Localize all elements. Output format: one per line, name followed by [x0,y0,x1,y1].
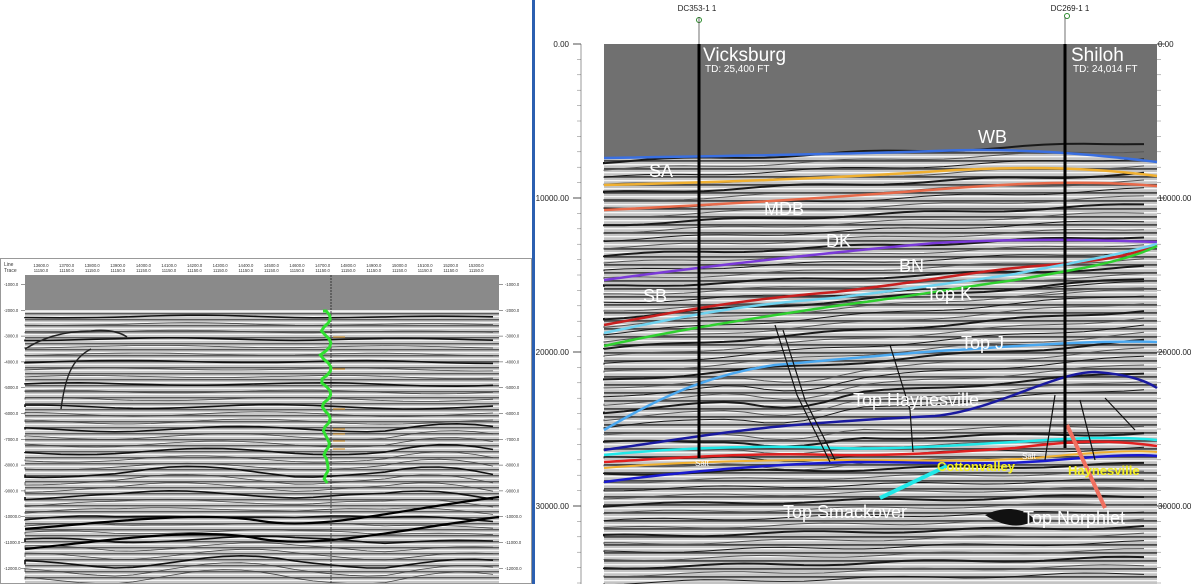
right-axis-left-label: 30000.00 [536,502,570,511]
right-axis-left-label: 0.00 [553,40,569,49]
label-sb: SB [643,286,667,306]
right-depth-tick: -9000.0 [505,488,520,493]
right-depth-axis-left: 0.00 10000.00 20000.00 30000.00 [536,40,582,584]
label-wb: WB [978,127,1007,147]
right-axis-right-label: 20000.00 [1158,348,1192,357]
left-depth-tick: -4000.0 [4,359,19,364]
left-header-trace-value: 11150.0 [264,268,279,273]
label-top-norphlet: Top Norphlet [1023,508,1125,528]
label-haynesville: Haynesville [1068,463,1140,478]
left-depth-tick: -8000.0 [4,463,19,468]
right-axis-left-label: 20000.00 [536,348,570,357]
left-header-trace-value: 11150.0 [315,268,330,273]
right-depth-tick: -10000.0 [505,514,522,519]
well-td-vicksburg: TD: 25,400 FT [705,64,769,75]
label-mdb: MDB [764,199,804,219]
well-td-shiloh: TD: 24,014 FT [1073,64,1137,75]
left-seismic-panel: Line Trace 13600.0 11150.0 13700.0 11150.0 1… [0,258,532,584]
left-header-trace-value: 11150.0 [187,268,202,273]
label-top-k: Top K [926,284,972,304]
right-depth-tick: -8000.0 [505,463,520,468]
left-depth-tick: -2000.0 [4,308,19,313]
well-name-vicksburg: Vicksburg [703,45,786,66]
label-salt-1: Salt [695,459,710,468]
right-depth-axis-right: 0.00 10000.00 20000.00 30000.00 [1157,40,1192,584]
right-axis-left-label: 10000.00 [536,194,570,203]
left-header-trace-value: 11150.0 [136,268,151,273]
left-depth-tick: -1000.0 [4,282,19,287]
left-depth-tick: -11000.0 [4,540,21,545]
well-header-1: DC353-1 1 [678,4,717,13]
left-depth-tick: -3000.0 [4,334,19,339]
left-header-trace-label: Trace [4,268,17,274]
label-bn: BN [899,256,924,276]
label-sa: SA [649,161,673,181]
label-dk: DK [826,231,851,251]
left-header-trace-value: 11150.0 [85,268,100,273]
label-salt-2: Salt [1022,452,1037,461]
left-depth-tick: -9000.0 [4,488,19,493]
label-top-haynesville: Top Haynesville [853,390,979,410]
left-header-trace-value: 11150.0 [290,268,305,273]
right-depth-tick: -4000.0 [505,359,520,364]
left-depth-tick: -7000.0 [4,437,19,442]
left-water-column [25,275,499,311]
left-depth-axis: -1000.0 -2000.0 -3000.0 -4000.0 -5000.0 -6000… [4,282,25,571]
left-header-trace-value: 11150.0 [418,268,433,273]
left-header-trace-value: 11150.0 [392,268,407,273]
right-axis-right-label: 0.00 [1158,40,1174,49]
left-right-depth-axis: -1000.0 -2000.0 -3000.0 -4000.0 -5000.0 -6000… [499,282,522,571]
right-depth-tick: -6000.0 [505,411,520,416]
left-depth-tick: -6000.0 [4,411,19,416]
label-top-j: Top J [961,333,1004,353]
right-depth-tick: -5000.0 [505,385,520,390]
left-header-trace-value: 11150.0 [341,268,356,273]
right-seismic-section: DC353-1 1 DC269-1 1 Vicksburg TD: 25,400… [536,4,1192,584]
left-header-trace-value: 11150.0 [111,268,126,273]
right-depth-tick: -12000.0 [505,566,522,571]
left-header-trace-value: 11150.0 [469,268,484,273]
right-depth-tick: -2000.0 [505,308,520,313]
right-axis-right-label: 10000.00 [1158,194,1192,203]
left-depth-tick: -5000.0 [4,385,19,390]
left-header-trace-value: 11150.0 [239,268,254,273]
right-seismic-panel: DC353-1 1 DC269-1 1 Vicksburg TD: 25,400… [535,0,1200,584]
right-depth-tick: -1000.0 [505,282,520,287]
right-depth-tick: -11000.0 [505,540,522,545]
left-header-trace-value: 11150.0 [443,268,458,273]
left-depth-tick: -12000.0 [4,566,21,571]
left-depth-tick: -10000.0 [4,514,21,519]
well-name-shiloh: Shiloh [1071,45,1124,66]
left-seismic-section: Line Trace 13600.011150.013700.011150.01… [1,259,531,583]
right-depth-tick: -3000.0 [505,334,520,339]
right-depth-tick: -7000.0 [505,437,520,442]
label-top-smackover: Top Smackover [783,502,907,522]
well-header-2: DC269-1 1 [1051,4,1090,13]
left-header-trace-value: 11150.0 [34,268,49,273]
right-axis-right-label: 30000.00 [1158,502,1192,511]
label-cottonvalley: Cottonvalley [937,459,1016,474]
left-header-trace-value: 11150.0 [367,268,382,273]
left-header-trace-value: 11150.0 [213,268,228,273]
left-header-trace-value: 11150.0 [59,268,74,273]
left-header-trace-value: 11150.0 [162,268,177,273]
